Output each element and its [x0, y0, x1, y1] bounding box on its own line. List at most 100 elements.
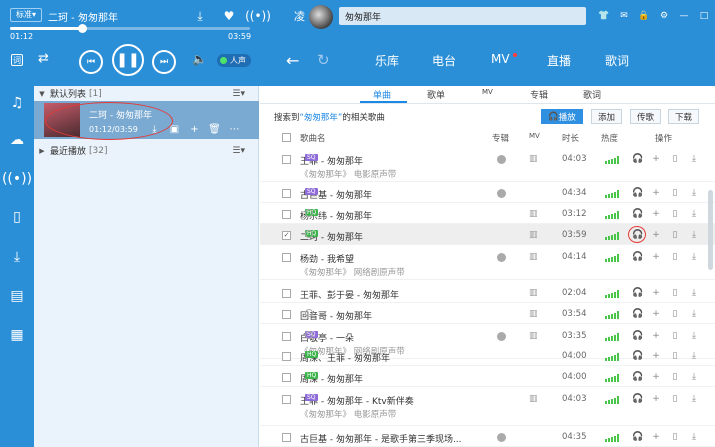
scrollbar[interactable]	[708, 190, 713, 270]
download-icon[interactable]: ⤓	[689, 372, 699, 382]
vocal-mode-toggle[interactable]: 人声	[217, 54, 251, 67]
download-icon[interactable]: ⤓	[689, 432, 699, 442]
apps-grid-icon[interactable]: ▦	[8, 326, 26, 344]
listen-icon[interactable]: 🎧	[632, 432, 643, 442]
phone-icon[interactable]: ▯	[670, 188, 680, 198]
tab-radio[interactable]: 电台	[432, 52, 456, 69]
quality-dropdown[interactable]: 标准▾	[10, 8, 42, 22]
phone-icon[interactable]: ▯	[670, 331, 680, 341]
add-icon[interactable]: +	[651, 309, 661, 319]
tab-library[interactable]: 乐库	[375, 52, 399, 69]
add-icon[interactable]: +	[651, 432, 661, 442]
playlist-recent-header[interactable]: ▶ 最近播放 [32] ☰▾	[34, 143, 259, 158]
table-row[interactable]: 古巨基 - 匆匆那年 SQ 04:34 🎧 + ▯ ⤓	[260, 182, 715, 203]
pause-button[interactable]: ❚❚	[112, 44, 144, 76]
album-icon[interactable]	[497, 189, 506, 198]
download-icon[interactable]: ⤓	[689, 331, 699, 341]
delete-icon[interactable]: 🗑	[208, 123, 221, 136]
phone-icon[interactable]: ▯	[670, 351, 680, 361]
add-icon[interactable]: +	[651, 331, 661, 341]
mv-icon[interactable]: ▥	[529, 154, 538, 164]
message-icon[interactable]: ✉	[617, 9, 631, 23]
tools-icon[interactable]: ▤	[8, 287, 26, 305]
phone-icon[interactable]: ▯	[8, 208, 26, 226]
phone-icon[interactable]: ▯	[670, 230, 680, 240]
send-button[interactable]: 传歌	[630, 109, 661, 124]
add-icon[interactable]: +	[651, 351, 661, 361]
download-icon[interactable]: ⤓	[689, 309, 699, 319]
row-checkbox[interactable]: ✓	[282, 231, 291, 240]
add-icon[interactable]: +	[651, 188, 661, 198]
phone-icon[interactable]: ▯	[670, 432, 680, 442]
download-icon[interactable]: ⤓	[689, 394, 699, 404]
mv-icon[interactable]: ▥	[529, 331, 538, 341]
phone-icon[interactable]: ▯	[670, 288, 680, 298]
tab-lyrics[interactable]: 歌词	[583, 88, 601, 101]
add-button[interactable]: 添加	[591, 109, 622, 124]
phone-icon[interactable]: ▯	[670, 394, 680, 404]
mv-icon[interactable]: ▥	[529, 252, 538, 262]
listen-icon[interactable]: 🎧	[632, 372, 643, 382]
search-input[interactable]: 匆匆那年	[339, 7, 586, 25]
add-icon[interactable]: +	[651, 252, 661, 262]
select-all-checkbox[interactable]	[282, 133, 291, 142]
listen-icon[interactable]: 🎧	[632, 209, 643, 219]
lock-icon[interactable]: 🔒	[637, 9, 651, 23]
table-row[interactable]: 王菲 - 匆匆那年 - Ktv新伴奏 SQ 《匆匆那年》 电影原声带 ▥ 04:03 🎧 +…	[260, 387, 715, 426]
table-row[interactable]: 周深 - 匆匆那年 HQ 04:00 🎧 + ▯ ⤓	[260, 366, 715, 387]
tab-lyrics[interactable]: 歌词	[605, 52, 629, 69]
row-checkbox[interactable]	[282, 352, 291, 361]
row-checkbox[interactable]	[282, 253, 291, 262]
listen-icon[interactable]: 🎧	[632, 351, 643, 361]
listen-icon[interactable]: 🎧	[632, 309, 643, 319]
table-row[interactable]: ✓ 二珂 - 匆匆那年 HQ ▥ 03:59 🎧 + ▯ ⤓	[260, 224, 715, 245]
row-checkbox[interactable]	[282, 332, 291, 341]
progress-knob[interactable]	[78, 24, 87, 33]
listen-icon[interactable]: 🎧	[632, 154, 643, 164]
previous-button[interactable]: ⏮	[79, 50, 103, 74]
tab-albums[interactable]: 专辑	[530, 88, 548, 101]
listen-icon[interactable]: 🎧	[632, 394, 643, 404]
mv-icon[interactable]: ▥	[529, 309, 538, 319]
menu-icon[interactable]: ☰▾	[232, 146, 245, 156]
tab-mvs[interactable]: MV	[482, 88, 493, 96]
mv-icon[interactable]: ▥	[529, 394, 538, 404]
cloud-icon[interactable]: ☁	[8, 131, 26, 149]
listen-icon[interactable]: 🎧	[632, 288, 643, 298]
repeat-icon[interactable]: ⇄	[38, 51, 49, 66]
mv-icon[interactable]: ▥	[529, 230, 538, 240]
table-row[interactable]: 杨宗纬 - 匆匆那年 HQ ▥ 03:12 🎧 + ▯ ⤓	[260, 203, 715, 224]
row-checkbox[interactable]	[282, 289, 291, 298]
add-icon[interactable]: +	[651, 209, 661, 219]
table-row[interactable]: 古巨基 - 匆匆那年 - 是歌手第三季现场... 04:35 🎧 + ▯ ⤓	[260, 426, 715, 447]
add-icon[interactable]: +	[651, 288, 661, 298]
menu-icon[interactable]: ☰▾	[232, 89, 245, 99]
table-row[interactable]: 杨劲 - 我希望 《匆匆那年》 网络剧原声带 ▥ 04:14 🎧 + ▯ ⤓	[260, 245, 715, 280]
lyrics-toggle-icon[interactable]: 词	[11, 54, 23, 66]
album-icon[interactable]	[497, 253, 506, 262]
add-icon[interactable]: +	[651, 394, 661, 404]
download-icon[interactable]: ⤓	[689, 252, 699, 262]
album-icon[interactable]	[497, 155, 506, 164]
skin-icon[interactable]: 👕	[597, 9, 611, 23]
download-icon[interactable]: ⤓	[689, 230, 699, 240]
download-icon[interactable]: ⤓	[689, 209, 699, 219]
tab-playlists[interactable]: 歌单	[427, 88, 445, 101]
row-checkbox[interactable]	[282, 395, 291, 404]
listen-icon[interactable]: 🎧	[632, 188, 643, 198]
tab-mv[interactable]: MV	[491, 52, 510, 66]
row-checkbox[interactable]	[282, 433, 291, 442]
more-icon[interactable]: ⋯	[228, 123, 241, 136]
tab-live[interactable]: 直播	[547, 52, 571, 69]
row-checkbox[interactable]	[282, 310, 291, 319]
row-checkbox[interactable]	[282, 373, 291, 382]
phone-icon[interactable]: ▯	[670, 372, 680, 382]
album-icon[interactable]	[497, 433, 506, 442]
table-row[interactable]: 回音哥 - 匆匆那年 ▥ 03:54 🎧 + ▯ ⤓	[260, 303, 715, 324]
download-manager-icon[interactable]: ⤓	[8, 248, 26, 266]
heart-icon[interactable]: ♥	[219, 6, 239, 26]
progress-bar[interactable]	[10, 24, 250, 33]
tab-songs[interactable]: 单曲	[373, 88, 391, 101]
add-icon[interactable]: +	[651, 230, 661, 240]
download-icon[interactable]: ⤓	[689, 351, 699, 361]
